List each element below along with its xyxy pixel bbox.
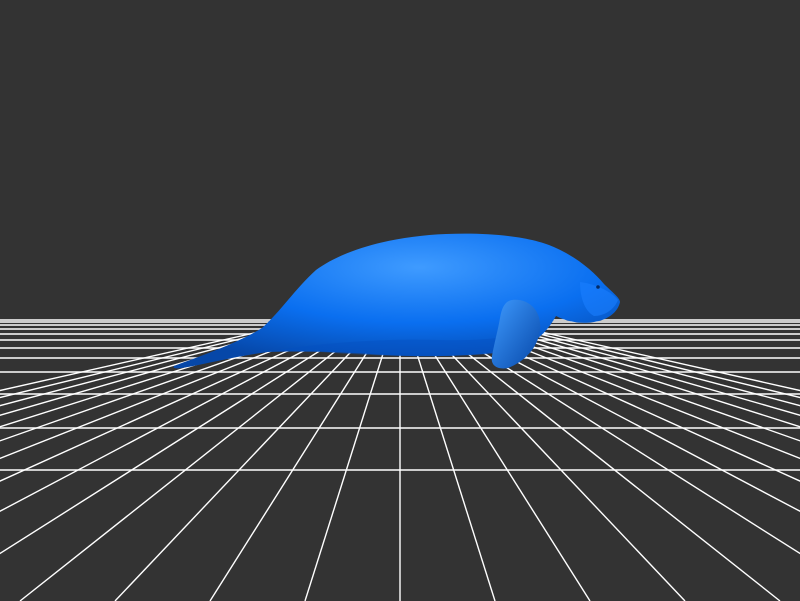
manatee-eye — [596, 285, 600, 289]
3d-viewport[interactable] — [0, 0, 800, 601]
